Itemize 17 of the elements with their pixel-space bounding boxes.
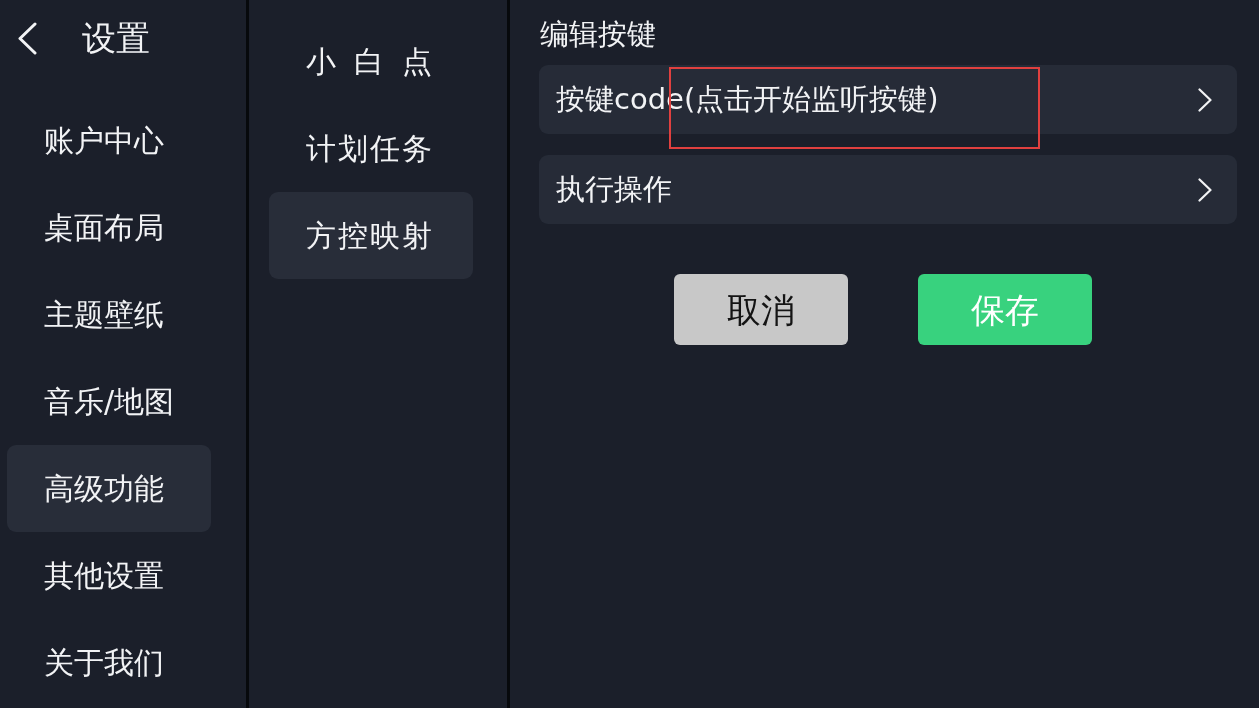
submenu-item[interactable]: 计划任务 [269, 105, 473, 192]
chevron-right-icon [1198, 177, 1212, 202]
sidebar-item[interactable]: 主题壁纸 [7, 271, 211, 358]
sidebar-item[interactable]: 账户中心 [7, 97, 211, 184]
section-title: 编辑按键 [540, 20, 657, 49]
sidebar-item[interactable]: 其他设置 [7, 532, 211, 619]
sidebar-item[interactable]: 关于我们 [7, 619, 211, 706]
chevron-right-icon [1198, 87, 1212, 112]
sidebar-item[interactable]: 高级功能 [7, 445, 211, 532]
sidebar-item[interactable]: 桌面布局 [7, 184, 211, 271]
back-icon[interactable] [17, 21, 37, 55]
page-title: 设置 [82, 21, 150, 55]
submenu-item[interactable]: 方控映射 [269, 192, 473, 279]
submenu-item[interactable]: 小 白 点 [269, 18, 473, 105]
cancel-button[interactable]: 取消 [674, 274, 848, 345]
settings-row[interactable]: 执行操作 [539, 155, 1237, 224]
sidebar-item[interactable]: 音乐/地图 [7, 358, 211, 445]
